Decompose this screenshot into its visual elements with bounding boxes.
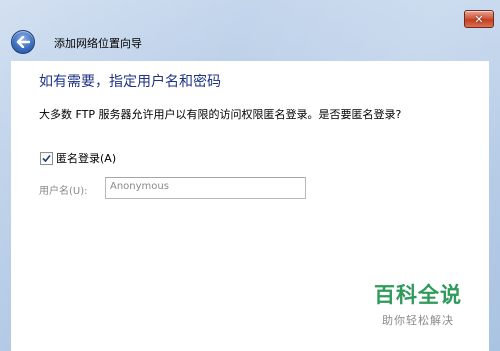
wizard-title: 添加网络位置向导: [54, 37, 142, 50]
description-text: 大多数 FTP 服务器允许用户以有限的访问权限匿名登录。是否要匿名登录?: [39, 108, 402, 121]
close-icon: ✕: [474, 12, 484, 26]
back-arrow-icon: [16, 36, 30, 48]
username-input[interactable]: Anonymous: [105, 177, 306, 199]
back-button[interactable]: [11, 30, 35, 54]
anonymous-login-label[interactable]: 匿名登录(A): [56, 150, 116, 166]
checkmark-icon: [42, 154, 51, 162]
page-heading: 如有需要，指定用户名和密码: [39, 74, 221, 90]
wizard-window: ✕ 添加网络位置向导 如有需要，指定用户名和密码 大多数 FTP 服务器允许用户…: [0, 0, 500, 351]
anonymous-login-row[interactable]: 匿名登录(A): [40, 150, 116, 166]
content-panel: 如有需要，指定用户名和密码 大多数 FTP 服务器允许用户以有限的访问权限匿名登…: [11, 61, 489, 351]
username-label: 用户名(U):: [39, 186, 88, 197]
watermark-main: 百科全说: [374, 283, 462, 307]
watermark: 百科全说 助你轻松解决: [363, 279, 473, 328]
anonymous-login-checkbox[interactable]: [40, 151, 53, 165]
close-button[interactable]: ✕: [464, 10, 494, 28]
watermark-sub: 助你轻松解决: [382, 314, 454, 327]
